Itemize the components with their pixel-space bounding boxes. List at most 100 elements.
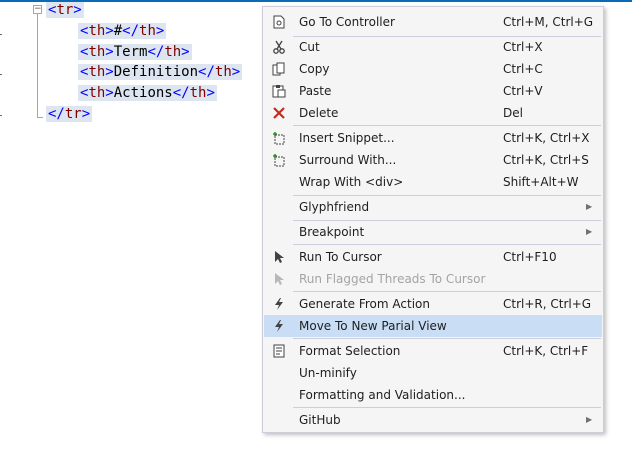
menu-label: Cut [299,40,320,54]
cell-text: # [113,23,123,39]
tag-name: th [88,85,106,101]
menu-item-move-to-new-partial-view[interactable]: Move To New Parial View [264,315,602,337]
code-line-th[interactable]: <th>#</th> [78,21,167,41]
delete-x-icon [272,106,286,120]
menu-label: Copy [299,62,330,76]
cursor-arrow-icon [272,272,286,286]
angle-bracket: > [105,23,114,39]
menu-shortcut: Ctrl+X [503,40,543,54]
menu-separator [293,244,601,245]
context-menu: Go To Controller Ctrl+M, Ctrl+G Cut Ctrl… [262,6,604,433]
angle-bracket: > [73,2,82,18]
cell-text: Actions [113,85,173,101]
menu-item-github[interactable]: GitHub ▶ [264,409,602,431]
menu-item-format-selection[interactable]: Format Selection Ctrl+K, Ctrl+F [264,340,602,362]
submenu-arrow-icon: ▶ [586,415,593,424]
menu-label: Surround With... [299,153,397,167]
menu-item-surround-with[interactable]: Surround With... Ctrl+K, Ctrl+S [264,149,602,171]
code-line-tr-close[interactable]: </tr> [46,104,93,124]
menu-shortcut: Ctrl+F10 [503,250,557,264]
lightning-icon [272,297,286,311]
fold-guide-line [37,14,38,118]
menu-item-cut[interactable]: Cut Ctrl+X [264,36,602,58]
menu-item-glyphfriend[interactable]: Glyphfriend ▶ [264,196,602,218]
angle-bracket: > [105,44,114,60]
menu-shortcut: Ctrl+K, Ctrl+F [503,344,589,358]
gutter-marker [0,115,2,116]
tag-name: tr [56,2,74,18]
menu-label: Format Selection [299,344,401,358]
angle-bracket: > [206,85,215,101]
menu-label: Glyphfriend [299,200,370,214]
menu-item-run-to-cursor[interactable]: Run To Cursor Ctrl+F10 [264,246,602,268]
angle-bracket: > [105,85,114,101]
menu-label: Breakpoint [299,225,365,239]
angle-bracket: > [155,23,165,39]
tag-name: th [164,44,182,60]
code-line-th[interactable]: <th>Actions</th> [78,83,217,103]
tag-name: tr [64,106,82,122]
collapse-toggle-icon[interactable]: − [33,5,42,14]
angle-bracket: > [181,44,190,60]
copy-icon [272,62,286,76]
menu-item-delete[interactable]: Delete Del [264,102,602,124]
angle-bracket: > [81,106,91,122]
menu-item-generate-from-action[interactable]: Generate From Action Ctrl+R, Ctrl+G [264,293,602,315]
snippet-icon [272,131,286,145]
tag-name: th [88,44,106,60]
menu-label: Run Flagged Threads To Cursor [299,272,486,286]
menu-separator [293,338,601,339]
menu-separator [293,407,601,408]
paste-icon [272,84,286,98]
fold-guide-end [37,117,43,118]
code-line-th[interactable]: <th>Definition</th> [78,62,243,82]
cell-text: Definition [113,64,199,80]
menu-item-go-to-controller[interactable]: Go To Controller Ctrl+M, Ctrl+G [264,11,602,33]
tag-name: th [189,85,207,101]
menu-item-un-minify[interactable]: Un-minify [264,362,602,384]
tag-name: th [88,23,106,39]
menu-shortcut: Del [503,106,523,120]
code-line-th[interactable]: <th>Term</th> [78,42,192,62]
menu-item-breakpoint[interactable]: Breakpoint ▶ [264,221,602,243]
menu-label: Un-minify [299,366,357,380]
menu-shortcut: Ctrl+V [503,84,543,98]
menu-item-paste[interactable]: Paste Ctrl+V [264,80,602,102]
editor-top-border [0,0,632,2]
menu-item-copy[interactable]: Copy Ctrl+C [264,58,602,80]
format-icon [272,344,286,358]
menu-item-insert-snippet[interactable]: Insert Snippet... Ctrl+K, Ctrl+X [264,127,602,149]
scissors-icon [272,40,286,54]
menu-shortcut: Ctrl+R, Ctrl+G [503,297,592,311]
menu-label: Move To New Parial View [299,319,447,333]
menu-shortcut: Ctrl+K, Ctrl+X [503,131,590,145]
tag-name: th [88,64,106,80]
angle-bracket: </ [172,85,190,101]
menu-shortcut: Ctrl+M, Ctrl+G [503,15,594,29]
angle-bracket: </ [48,106,65,122]
menu-label: Go To Controller [299,15,395,29]
cursor-arrow-icon [272,250,286,264]
menu-shortcut: Ctrl+K, Ctrl+S [503,153,589,167]
code-line-tr-open[interactable]: <tr> [46,0,84,20]
menu-separator [293,125,601,126]
tag-name: th [139,23,156,39]
menu-separator [293,291,601,292]
angle-bracket: </ [198,64,215,80]
menu-item-run-flagged-threads: Run Flagged Threads To Cursor [264,268,602,290]
gutter-marker [0,74,2,75]
submenu-arrow-icon: ▶ [586,202,593,211]
menu-shortcut: Ctrl+C [503,62,543,76]
menu-item-wrap-with-div[interactable]: Wrap With <div> Shift+Alt+W [264,171,602,193]
menu-item-formatting-and-validation[interactable]: Formatting and Validation... [264,384,602,406]
tag-name: th [214,64,232,80]
menu-label: Paste [299,84,332,98]
menu-label: Run To Cursor [299,250,382,264]
menu-label: Formatting and Validation... [299,388,466,402]
submenu-arrow-icon: ▶ [586,227,593,236]
lightning-icon [272,319,286,333]
cell-text: Term [113,44,148,60]
menu-label: Delete [299,106,339,120]
document-icon [272,15,286,29]
menu-label: GitHub [299,413,341,427]
